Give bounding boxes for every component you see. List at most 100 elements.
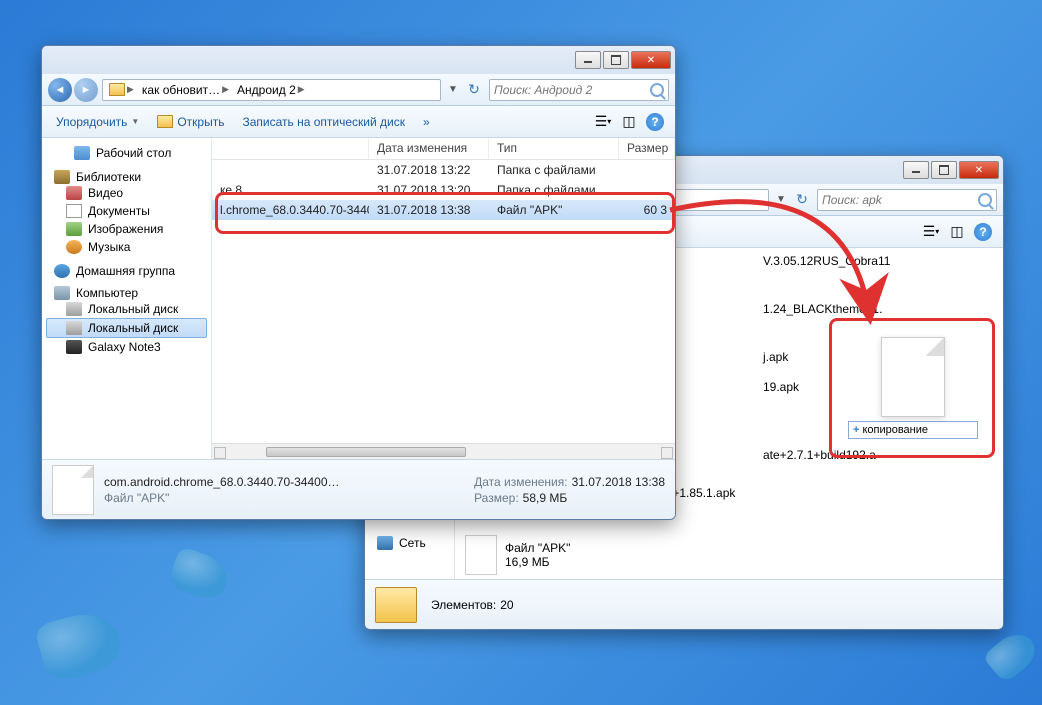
desktop-decoration (982, 626, 1042, 684)
column-header-name[interactable] (212, 138, 369, 159)
search-icon (650, 83, 664, 97)
dropdown-icon[interactable]: ▼ (445, 80, 461, 100)
view-options-button[interactable]: ☰▾ (591, 110, 615, 134)
disk-icon (66, 302, 82, 316)
more-button[interactable]: » (417, 111, 436, 133)
minimize-button[interactable] (903, 161, 929, 179)
dropdown-icon[interactable]: ▼ (773, 190, 789, 210)
file-list-area: Дата изменения Тип Размер 31.07.2018 13:… (212, 138, 675, 459)
sidebar-item-disk-d[interactable]: Локальный диск (46, 318, 207, 338)
maximize-button[interactable] (603, 51, 629, 69)
breadcrumb[interactable]: ▶ (105, 83, 138, 96)
file-row[interactable]: 31.07.2018 13:22 Папка с файлами (212, 160, 675, 180)
view-options-button[interactable]: ☰▾ (919, 220, 943, 244)
details-filename: com.android.chrome_68.0.3440.70-34400… (104, 475, 340, 489)
drag-tooltip: +копирование (848, 421, 978, 439)
file-item[interactable]: ate+2.7.1+build192.a (759, 446, 999, 464)
chevron-down-icon: ▼ (131, 117, 139, 126)
sidebar-item-desktop[interactable]: Рабочий стол (46, 144, 207, 162)
sidebar-label: Локальный диск (88, 302, 178, 316)
minimize-button[interactable] (575, 51, 601, 69)
forward-button[interactable]: ► (74, 78, 98, 102)
breadcrumb[interactable]: как обновит…▶ (138, 83, 233, 97)
help-button[interactable]: ? (643, 110, 667, 134)
sidebar-label: Локальный диск (88, 321, 178, 335)
toolbar: Упорядочить▼ Открыть Записать на оптичес… (42, 106, 675, 138)
plus-icon: + (853, 424, 859, 436)
search-box[interactable] (489, 79, 669, 101)
close-button[interactable]: ✕ (631, 51, 671, 69)
search-icon (978, 193, 992, 207)
network-icon (377, 536, 393, 550)
sidebar-item-images[interactable]: Изображения (46, 220, 207, 238)
music-icon (66, 240, 82, 254)
disk-icon (66, 321, 82, 335)
sidebar-item-music[interactable]: Музыка (46, 238, 207, 256)
file-type-label: Файл "APK" (505, 541, 570, 555)
size-label: Размер: (474, 491, 519, 505)
column-headers: Дата изменения Тип Размер (212, 138, 675, 160)
phone-icon (66, 340, 82, 354)
documents-icon (66, 204, 82, 218)
elements-count: 20 (500, 598, 513, 612)
sidebar-label: Домашняя группа (76, 264, 175, 278)
file-item[interactable]: 1.24_BLACKtheme21. (759, 300, 999, 318)
column-header-type[interactable]: Тип (489, 138, 619, 159)
organize-button[interactable]: Упорядочить▼ (50, 111, 145, 133)
sidebar-item-homegroup[interactable]: Домашняя группа (46, 264, 207, 278)
sidebar-label: Изображения (88, 222, 163, 236)
column-header-size[interactable]: Размер (619, 138, 675, 159)
maximize-button[interactable] (931, 161, 957, 179)
help-button[interactable]: ? (971, 220, 995, 244)
sidebar-item-video[interactable]: Видео (46, 184, 207, 202)
file-item[interactable]: IEON+1.85.1.apk (639, 484, 999, 502)
sidebar-label: Видео (88, 186, 123, 200)
empty-area[interactable] (212, 220, 675, 443)
file-item[interactable]: V.3.05.12RUS_Cobra11 (759, 252, 999, 270)
desktop-icon (74, 146, 90, 160)
sidebar-item-disk-c[interactable]: Локальный диск (46, 300, 207, 318)
preview-pane-button[interactable]: ◫ (945, 220, 969, 244)
file-icon (52, 465, 94, 515)
sidebar-label: Рабочий стол (96, 146, 171, 160)
computer-icon (54, 286, 70, 300)
homegroup-icon (54, 264, 70, 278)
elements-label: Элементов: (431, 598, 496, 612)
sidebar-item-network[interactable]: Сеть (369, 536, 450, 550)
file-size-label: 16,9 МБ (505, 555, 570, 569)
sidebar-label: Сеть (399, 536, 426, 550)
breadcrumb[interactable]: Андроид 2▶ (233, 83, 309, 97)
refresh-button[interactable]: ↻ (463, 80, 485, 100)
column-header-date[interactable]: Дата изменения (369, 138, 489, 159)
search-input[interactable] (494, 83, 650, 97)
status-bar: Элементов: 20 (365, 579, 1003, 629)
folder-icon (157, 115, 173, 128)
desktop-decoration (167, 546, 234, 605)
sidebar-item-computer[interactable]: Компьютер (46, 286, 207, 300)
drag-ghost: +копирование (848, 337, 978, 439)
folder-icon (109, 83, 125, 96)
sidebar-item-phone[interactable]: Galaxy Note3 (46, 338, 207, 356)
close-button[interactable]: ✕ (959, 161, 999, 179)
sidebar-item-libraries[interactable]: Библиотеки (46, 170, 207, 184)
sidebar-item-documents[interactable]: Документы (46, 202, 207, 220)
search-box[interactable] (817, 189, 997, 211)
search-input[interactable] (822, 193, 978, 207)
open-button[interactable]: Открыть (151, 111, 230, 133)
sidebar-label: Компьютер (76, 286, 138, 300)
file-row-selected[interactable]: l.chrome_68.0.3440.70-34400… 31.07.2018 … (212, 200, 675, 220)
navbar: ◄ ► ▶ как обновит…▶ Андроид 2▶ ▼ ↻ (42, 74, 675, 106)
back-button[interactable]: ◄ (48, 78, 72, 102)
horizontal-scrollbar[interactable] (212, 443, 675, 459)
refresh-button[interactable]: ↻ (791, 190, 813, 210)
burn-button[interactable]: Записать на оптический диск (236, 111, 411, 133)
video-icon (66, 186, 82, 200)
libraries-icon (54, 170, 70, 184)
date-value: 31.07.2018 13:38 (572, 475, 665, 489)
address-bar[interactable]: ▶ как обновит…▶ Андроид 2▶ (102, 79, 441, 101)
preview-pane-button[interactable]: ◫ (617, 110, 641, 134)
size-value: 58,9 МБ (523, 491, 568, 505)
file-row[interactable]: ке 8 31.07.2018 13:20 Папка с файлами (212, 180, 675, 200)
desktop-decoration (34, 606, 127, 685)
scrollbar-thumb[interactable] (266, 447, 466, 457)
